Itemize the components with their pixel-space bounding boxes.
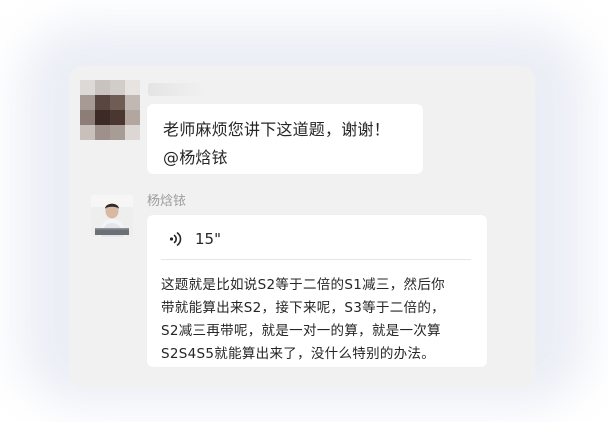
transcript-line: 这题就是比如说S2等于二倍的S1减三，然后你 [161, 277, 445, 293]
pixelated-avatar[interactable] [80, 80, 140, 140]
voice-wave-icon [169, 231, 183, 247]
sender-name-blurred [148, 83, 203, 96]
teacher-avatar[interactable] [91, 195, 133, 237]
message-line: 老师麻烦您讲下这道题，谢谢！ [163, 120, 390, 139]
voice-duration: 15" [195, 230, 221, 248]
mention-text[interactable]: @杨焓铱 [163, 144, 228, 168]
voice-message[interactable]: 15" [169, 228, 221, 250]
transcript-line: S2S4S5就能算出来了，没什么特别的办法。 [161, 346, 436, 362]
message-bubble-question[interactable]: 老师麻烦您讲下这道题，谢谢！ @杨焓铱 [147, 104, 423, 174]
divider [161, 259, 471, 260]
message-bubble-voice-reply[interactable]: 15" 这题就是比如说S2等于二倍的S1减三，然后你 带就能算出来S2，接下来呢… [147, 215, 487, 367]
transcript-line: 带就能算出来S2，接下来呢，S3等于二倍的， [161, 300, 445, 316]
transcript-line: S2减三再带呢，就是一对一的算，就是一次算 [161, 323, 441, 339]
sender-name: 杨焓铱 [147, 194, 187, 209]
